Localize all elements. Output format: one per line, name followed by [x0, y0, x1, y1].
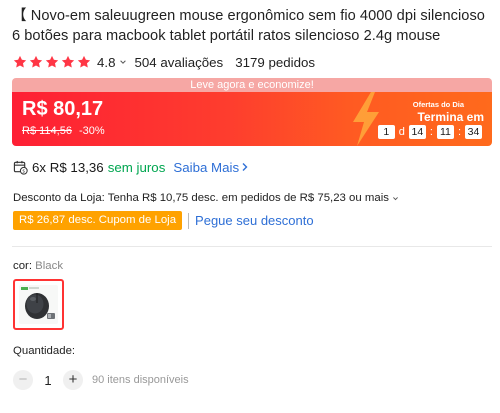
store-coupon-badge[interactable]: R$ 26,87 desc. Cupom de Loja [13, 211, 183, 230]
reviews-count[interactable]: 504 avaliações [135, 55, 224, 70]
quantity-increase-button[interactable]: + [63, 370, 83, 390]
chevron-right-icon[interactable] [241, 162, 249, 172]
color-value: Black [35, 260, 64, 272]
section-divider [12, 246, 492, 247]
current-price: R$ 80,17 [22, 98, 104, 120]
old-price-row: R$ 114,56 -30% [22, 125, 105, 137]
timer-colon: : [429, 126, 433, 138]
timer-seconds: 34 [465, 125, 482, 139]
deal-banner: Leve agora e economize! [12, 78, 492, 92]
timer-hours: 14 [408, 125, 426, 139]
timer-days: 1 [377, 125, 395, 139]
chevron-down-icon[interactable] [392, 195, 399, 202]
learn-more-link[interactable]: Saiba Mais [173, 160, 239, 175]
star-icon [29, 55, 43, 68]
star-icon [61, 55, 75, 68]
calendar-money-icon: $ [13, 160, 28, 175]
quantity-stepper: − 1 + 90 itens disponíveis [13, 370, 189, 390]
offer-label: Ofertas do Dia [412, 100, 464, 109]
color-label: cor: [13, 260, 32, 272]
countdown-timer: 1 d 14 : 11 : 34 [377, 125, 482, 139]
color-swatch-black[interactable] [13, 279, 64, 330]
quantity-label: Quantidade: [13, 345, 76, 357]
svg-text:$: $ [22, 168, 25, 174]
chevron-down-icon[interactable] [119, 58, 127, 66]
quantity-decrease-button[interactable]: − [13, 370, 33, 390]
orders-count: 3179 pedidos [235, 54, 316, 70]
mouse-product-thumbnail [19, 285, 58, 324]
stock-available: 90 itens disponíveis [92, 374, 189, 386]
price-box: R$ 80,17 R$ 114,56 -30% Ofertas do Dia T… [12, 92, 492, 146]
coupon-row: R$ 26,87 desc. Cupom de Loja Pegue seu d… [13, 211, 314, 230]
rating-stars [13, 55, 91, 69]
store-discount-text[interactable]: Desconto da Loja: Tenha R$ 10,75 desc. e… [13, 192, 389, 204]
star-icon [13, 55, 27, 68]
timer-colon: : [457, 126, 461, 138]
store-discount-row[interactable]: Desconto da Loja: Tenha R$ 10,75 desc. e… [13, 192, 399, 204]
timer-day-unit: d [398, 126, 405, 138]
get-discount-link[interactable]: Pegue seu desconto [195, 213, 314, 228]
interest-free-label: sem juros [107, 159, 166, 175]
timer-minutes: 11 [436, 125, 454, 139]
installments-row: $ 6x R$ 13,36 sem juros Saiba Mais [13, 158, 249, 176]
installments-text: 6x R$ 13,36 [32, 159, 104, 175]
color-label-row: cor: Black [13, 260, 63, 272]
star-icon [77, 55, 91, 68]
star-icon [45, 55, 59, 68]
rating-value[interactable]: 4.8 [97, 55, 116, 70]
rating-row: 4.8 504 avaliações 3179 pedidos [13, 53, 315, 71]
discount-percent: -30% [79, 125, 105, 137]
product-title: 【 Novo-em saleuugreen mouse ergonômico s… [12, 8, 485, 44]
quantity-value[interactable]: 1 [33, 373, 63, 388]
ends-label: Termina em [417, 110, 484, 124]
old-price: R$ 114,56 [22, 125, 72, 137]
coupon-divider [188, 212, 190, 229]
